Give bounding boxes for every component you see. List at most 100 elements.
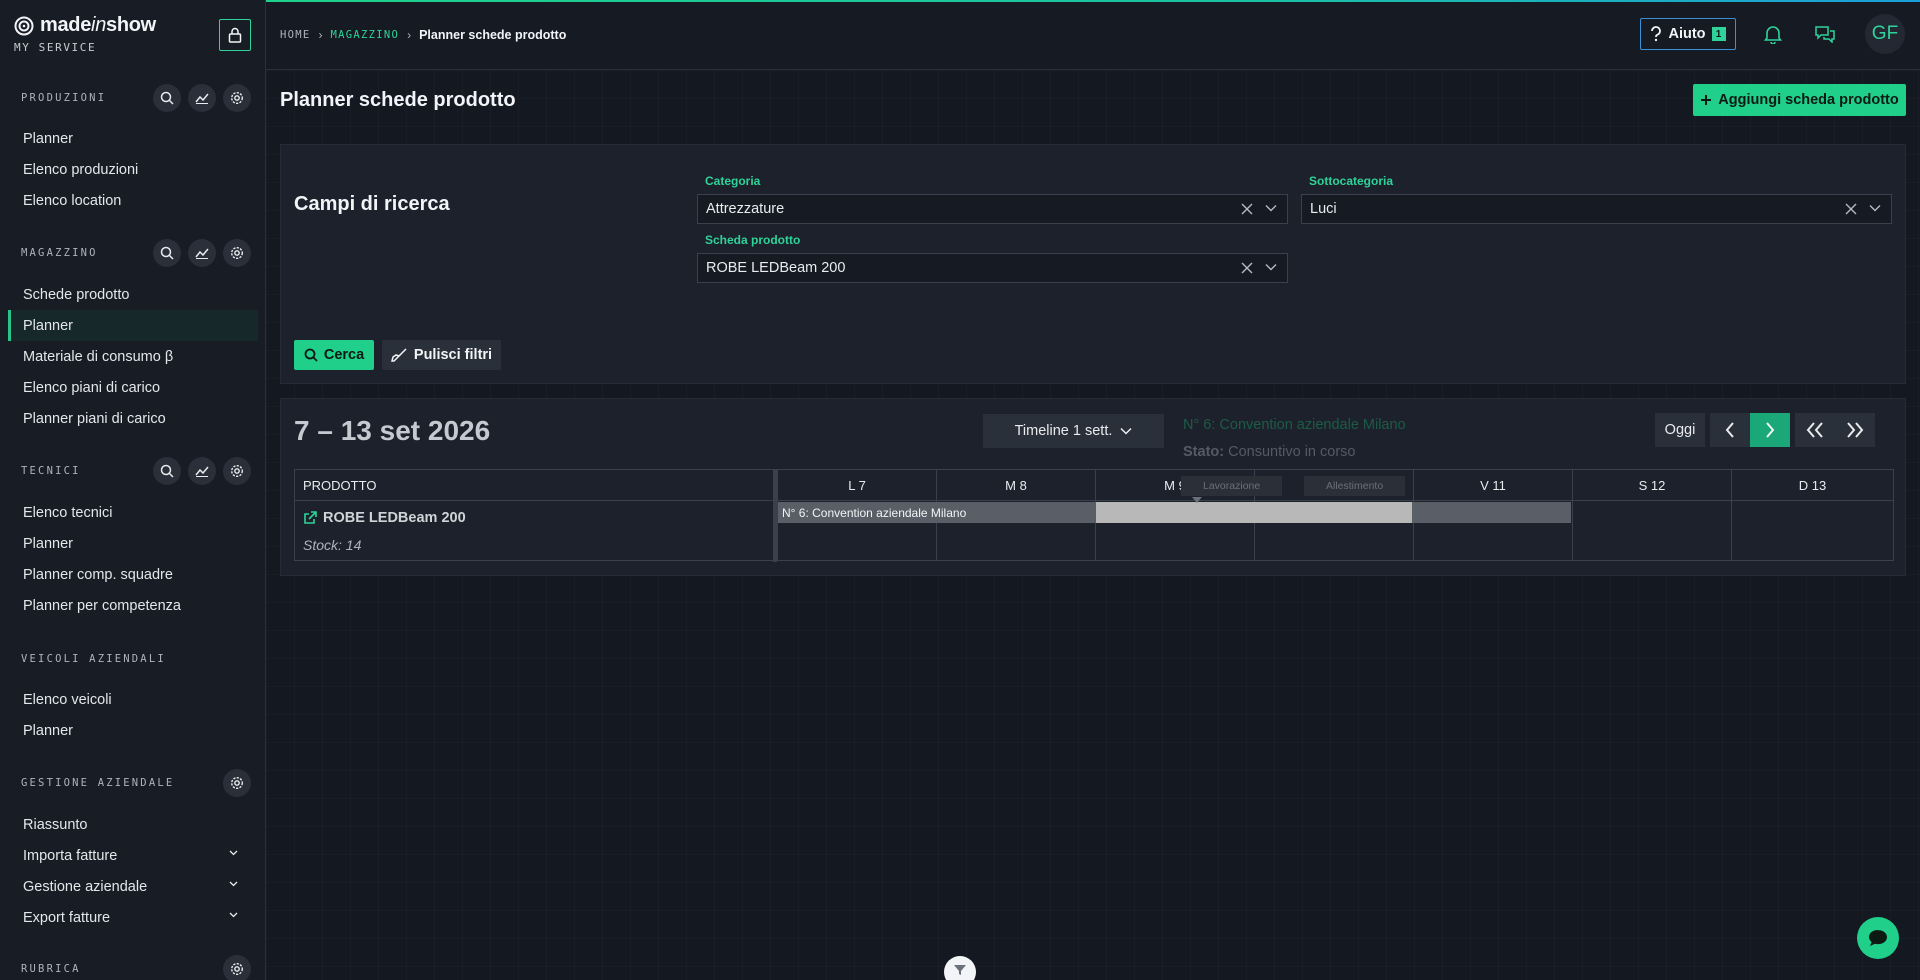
section-title: TECNICI: [21, 465, 81, 477]
tooltip-state: Stato: Consuntivo in corso: [1183, 444, 1355, 460]
gear-icon[interactable]: [223, 239, 251, 267]
sottocategoria-select[interactable]: Luci: [1301, 194, 1892, 224]
chevron-down-icon[interactable]: [1869, 204, 1881, 212]
clear-filters-button[interactable]: Pulisci filtri: [382, 340, 501, 370]
sidebar-item-planner-tecnici[interactable]: Planner: [0, 528, 258, 559]
scheda-prodotto-select[interactable]: ROBE LEDBeam 200: [697, 253, 1288, 283]
tooltip-state-label: Stato:: [1183, 444, 1225, 460]
chevron-down-icon[interactable]: [1265, 204, 1277, 212]
timeline-view-dropdown[interactable]: Timeline 1 sett.: [983, 414, 1164, 448]
help-button[interactable]: Aiuto 1: [1640, 18, 1736, 50]
product-name: ROBE LEDBeam 200: [323, 510, 466, 526]
sidebar-item-planner-veicoli[interactable]: Planner: [0, 715, 258, 746]
day-cell[interactable]: [1731, 501, 1893, 561]
breadcrumb-magazzino[interactable]: MAGAZZINO: [331, 29, 400, 41]
chevron-down-icon[interactable]: [1265, 263, 1277, 271]
breadcrumb-home[interactable]: HOME: [280, 29, 311, 41]
help-label: Aiuto: [1668, 26, 1706, 42]
clear-icon[interactable]: [1845, 203, 1857, 215]
chat-bubbles-icon[interactable]: [1813, 22, 1837, 46]
sidebar-item-elenco-location[interactable]: Elenco location: [0, 185, 258, 216]
scheda-prodotto-value: ROBE LEDBeam 200: [706, 260, 846, 276]
gear-icon[interactable]: [223, 84, 251, 112]
day-cell[interactable]: [1572, 501, 1731, 561]
breadcrumb-current: Planner schede prodotto: [419, 28, 567, 42]
double-chevron-right-icon: [1847, 422, 1864, 438]
chart-icon[interactable]: [188, 457, 216, 485]
chevron-left-icon: [1725, 422, 1734, 438]
sidebar-item-planner-comp-squadre[interactable]: Planner comp. squadre: [0, 559, 258, 590]
section-title: VEICOLI AZIENDALI: [21, 653, 166, 665]
help-badge: 1: [1711, 27, 1726, 41]
next-button[interactable]: [1750, 413, 1790, 447]
search-panel-title: Campi di ricerca: [294, 193, 450, 215]
sidebar-item-schede-prodotto[interactable]: Schede prodotto: [0, 279, 258, 310]
external-link-icon: [304, 511, 317, 524]
gear-icon[interactable]: [223, 457, 251, 485]
sidebar-item-importa-fatture[interactable]: Importa fatture: [0, 840, 258, 871]
search-icon[interactable]: [153, 84, 181, 112]
brand[interactable]: madeinshow MY SERVICE: [14, 14, 156, 54]
breadcrumb-separator: ›: [318, 28, 323, 42]
add-product-sheet-button[interactable]: Aggiungi scheda prodotto: [1693, 84, 1906, 116]
chevron-down-icon: [229, 850, 238, 856]
chart-icon[interactable]: [188, 84, 216, 112]
lock-button[interactable]: [219, 19, 251, 51]
sidebar-item-export-fatture[interactable]: Export fatture: [0, 902, 258, 933]
brand-name: madeinshow: [40, 14, 156, 36]
sidebar-item-elenco-produzioni[interactable]: Elenco produzioni: [0, 154, 258, 185]
gear-icon[interactable]: [223, 955, 251, 980]
categoria-select[interactable]: Attrezzature: [697, 194, 1288, 224]
clear-icon[interactable]: [1241, 262, 1253, 274]
section-veicoli: VEICOLI AZIENDALI: [21, 652, 251, 666]
section-magazzino: MAGAZZINO: [21, 239, 251, 267]
column-splitter[interactable]: [773, 470, 777, 562]
gear-icon[interactable]: [223, 769, 251, 797]
ghost-tag-lavorazione: Lavorazione: [1181, 476, 1283, 496]
sidebar-item-elenco-veicoli[interactable]: Elenco veicoli: [0, 684, 258, 715]
sidebar-item-planner-piani-carico[interactable]: Planner piani di carico: [0, 403, 258, 434]
brand-logo-icon: [14, 16, 34, 35]
chat-fab-button[interactable]: [1857, 917, 1899, 959]
search-button-label: Cerca: [323, 347, 365, 363]
sidebar-item-planner[interactable]: Planner: [0, 123, 258, 154]
product-stock: Stock: 14: [303, 537, 362, 553]
prev-fast-button[interactable]: [1795, 413, 1835, 447]
product-link[interactable]: ROBE LEDBeam 200: [303, 510, 466, 526]
tooltip-state-value: Consuntivo in corso: [1228, 444, 1356, 460]
sidebar-item-elenco-tecnici[interactable]: Elenco tecnici: [0, 497, 258, 528]
tooltip-pointer: [1192, 497, 1202, 503]
main-content: Planner schede prodotto Aggiungi scheda …: [266, 70, 1920, 980]
sidebar-item-materiale-consumo[interactable]: Materiale di consumo β: [0, 341, 258, 372]
clear-filters-label: Pulisci filtri: [413, 347, 493, 363]
scroll-down-button[interactable]: [944, 956, 976, 980]
sidebar-item-elenco-piani-carico[interactable]: Elenco piani di carico: [0, 372, 258, 403]
prev-button[interactable]: [1710, 413, 1750, 447]
search-button[interactable]: Cerca: [294, 340, 374, 370]
sidebar-item-gestione-aziendale[interactable]: Gestione aziendale: [0, 871, 258, 902]
filter-funnel-icon: [954, 965, 966, 975]
day-header-0: L 7: [777, 470, 936, 501]
next-fast-button[interactable]: [1835, 413, 1875, 447]
double-chevron-left-icon: [1806, 422, 1823, 438]
search-icon[interactable]: [153, 457, 181, 485]
section-title: MAGAZZINO: [21, 247, 98, 259]
section-produzioni: PRODUZIONI: [21, 84, 251, 112]
chart-icon[interactable]: [188, 239, 216, 267]
ghost-tag-allestimento: Allestimento: [1304, 476, 1406, 496]
date-range: 7 – 13 set 2026: [294, 415, 491, 446]
day-header-5: S 12: [1572, 470, 1731, 501]
clear-icon[interactable]: [1241, 203, 1253, 215]
sidebar-item-label: Export fatture: [23, 909, 111, 926]
search-icon[interactable]: [153, 239, 181, 267]
sidebar-item-planner-per-competenza[interactable]: Planner per competenza: [0, 590, 258, 621]
search-panel: Campi di ricerca Categoria Attrezzature …: [280, 144, 1906, 384]
sottocategoria-value: Luci: [1310, 201, 1337, 217]
chevron-down-icon: [229, 912, 238, 918]
today-button[interactable]: Oggi: [1655, 413, 1705, 447]
avatar[interactable]: GF: [1865, 14, 1905, 54]
sidebar-item-planner-magazzino[interactable]: Planner: [8, 310, 258, 341]
sidebar-item-riassunto[interactable]: Riassunto: [0, 809, 258, 840]
top-accent-line: [266, 0, 1920, 2]
bell-icon[interactable]: [1761, 22, 1785, 46]
